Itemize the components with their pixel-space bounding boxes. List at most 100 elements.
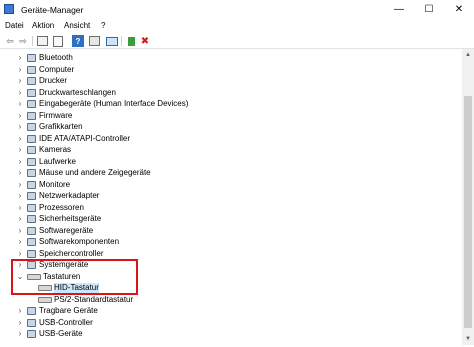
usb-device-icon <box>27 330 36 338</box>
expand-chevron-icon[interactable]: › <box>16 329 24 339</box>
hid-icon <box>27 100 36 108</box>
toolbar: ⇦ ⇨ ? ✖ <box>0 34 474 49</box>
tree-item-label: Mäuse und andere Zeigegeräte <box>39 168 151 177</box>
expand-chevron-icon[interactable]: › <box>16 180 24 190</box>
toolbar-separator <box>121 36 122 46</box>
scroll-down-arrow-icon[interactable]: ▼ <box>462 333 474 345</box>
tree-category[interactable]: › Bluetooth <box>1 52 461 64</box>
menu-bar: Datei Aktion Ansicht ? <box>0 20 474 34</box>
keyboard-icon <box>38 296 52 303</box>
software-component-icon <box>27 238 36 246</box>
expand-chevron-icon[interactable]: › <box>16 65 24 75</box>
print-queue-icon <box>27 88 36 97</box>
expand-chevron-icon[interactable]: › <box>16 237 24 247</box>
tree-item-label: USB-Geräte <box>39 329 83 338</box>
ide-controller-icon <box>27 134 36 143</box>
maximize-button[interactable]: ☐ <box>414 0 444 20</box>
tree-category[interactable]: › Laufwerke <box>1 156 461 168</box>
tree-category[interactable]: › Netzwerkadapter <box>1 190 461 202</box>
tree-category[interactable]: › Mäuse und andere Zeigegeräte <box>1 167 461 179</box>
expand-chevron-icon[interactable]: › <box>16 226 24 236</box>
tree-category[interactable]: › Eingabegeräte (Human Interface Devices) <box>1 98 461 110</box>
tree-item-label: Sicherheitsgeräte <box>39 214 102 223</box>
expand-chevron-icon[interactable]: › <box>16 306 24 316</box>
tree-category[interactable]: › Sicherheitsgeräte <box>1 213 461 225</box>
expand-chevron-icon[interactable]: › <box>16 122 24 132</box>
tree-category[interactable]: › Speichercontroller <box>1 248 461 260</box>
expand-chevron-icon[interactable]: › <box>16 53 24 63</box>
device-tree: › Bluetooth › Computer › Drucker › Druckwartesc… <box>1 49 461 345</box>
uninstall-icon[interactable]: ✖ <box>139 35 151 47</box>
firmware-icon <box>27 111 36 120</box>
tree-category[interactable]: › Prozessoren <box>1 202 461 214</box>
tree-category[interactable]: › Firmware <box>1 110 461 122</box>
tree-item-label: Laufwerke <box>39 156 76 166</box>
software-device-icon <box>27 226 36 235</box>
tree-item-label: Kameras <box>39 145 72 154</box>
scroll-thumb[interactable] <box>464 96 472 328</box>
tree-item-label: PS/2-Standardtastatur <box>54 294 134 304</box>
tree-category[interactable]: › Drucker <box>1 75 461 87</box>
scan-hardware-icon[interactable] <box>106 35 118 47</box>
add-device-icon[interactable] <box>125 35 137 47</box>
tree-item-label: Bluetooth <box>39 53 73 62</box>
forward-arrow-icon[interactable]: ⇨ <box>17 35 29 47</box>
tree-category[interactable]: › USB-Geräte <box>1 328 461 340</box>
tree-category[interactable]: › USB-Controller <box>1 317 461 329</box>
properties-icon[interactable] <box>36 35 48 47</box>
bluetooth-icon <box>27 54 36 62</box>
computer-icon <box>27 65 36 74</box>
tree-category[interactable]: › Tragbare Geräte <box>1 305 461 317</box>
help-icon[interactable]: ? <box>72 35 84 47</box>
processor-icon <box>27 203 36 212</box>
expand-chevron-icon[interactable]: › <box>16 203 24 213</box>
tree-item-label: Grafikkarten <box>39 122 83 131</box>
tree-category[interactable]: › Monitore <box>1 179 461 191</box>
tree-category[interactable]: › Kameras <box>1 144 461 156</box>
tree-item-label: Prozessoren <box>39 202 84 212</box>
tree-item-label: Softwarekomponenten <box>39 237 120 246</box>
tree-item-label: Druckwarteschlangen <box>39 87 116 97</box>
expand-chevron-icon[interactable]: › <box>16 214 24 224</box>
camera-icon <box>27 146 36 154</box>
tree-item-label: Speichercontroller <box>39 248 104 258</box>
display-adapter-icon <box>27 123 36 131</box>
expand-chevron-icon[interactable]: › <box>16 99 24 109</box>
close-button[interactable]: ✕ <box>444 0 474 20</box>
tree-item-label: Drucker <box>39 76 68 85</box>
menu-help[interactable]: ? <box>101 21 105 30</box>
menu-aktion[interactable]: Aktion <box>32 21 54 30</box>
minimize-button[interactable]: — <box>384 0 414 20</box>
tree-child-item[interactable]: PS/2-Standardtastatur <box>1 294 461 306</box>
tree-category[interactable]: › Softwaregeräte <box>1 225 461 237</box>
scroll-up-arrow-icon[interactable]: ▲ <box>462 49 474 61</box>
window-title: Geräte-Manager <box>21 5 84 15</box>
expand-chevron-icon[interactable]: › <box>16 111 24 121</box>
menu-ansicht[interactable]: Ansicht <box>64 21 90 30</box>
back-arrow-icon[interactable]: ⇦ <box>4 35 16 47</box>
expand-chevron-icon[interactable]: › <box>16 134 24 144</box>
tree-category[interactable]: › Grafikkarten <box>1 121 461 133</box>
expand-chevron-icon[interactable]: › <box>16 88 24 98</box>
update-driver-icon[interactable] <box>52 35 64 47</box>
tree-item-label: IDE ATA/ATAPI-Controller <box>39 133 130 143</box>
device-list-icon[interactable] <box>88 35 100 47</box>
menu-datei[interactable]: Datei <box>5 21 24 30</box>
usb-controller-icon <box>27 318 36 327</box>
expand-chevron-icon[interactable]: › <box>16 157 24 167</box>
expand-chevron-icon[interactable]: › <box>16 145 24 155</box>
expand-chevron-icon[interactable]: › <box>16 168 24 178</box>
expand-chevron-icon[interactable]: › <box>16 249 24 259</box>
expand-chevron-icon[interactable]: › <box>16 191 24 201</box>
tree-item-label: Netzwerkadapter <box>39 191 100 200</box>
device-manager-icon <box>4 4 14 14</box>
expand-chevron-icon[interactable]: › <box>16 76 24 86</box>
disk-drive-icon <box>27 157 36 166</box>
tree-category[interactable]: › Softwarekomponenten <box>1 236 461 248</box>
tree-category[interactable]: › IDE ATA/ATAPI-Controller <box>1 133 461 145</box>
red-highlight-box <box>11 259 138 295</box>
tree-category[interactable]: › Druckwarteschlangen <box>1 87 461 99</box>
tree-category[interactable]: › Computer <box>1 64 461 76</box>
vertical-scrollbar[interactable]: ▲ ▼ <box>462 49 474 345</box>
expand-chevron-icon[interactable]: › <box>16 318 24 328</box>
